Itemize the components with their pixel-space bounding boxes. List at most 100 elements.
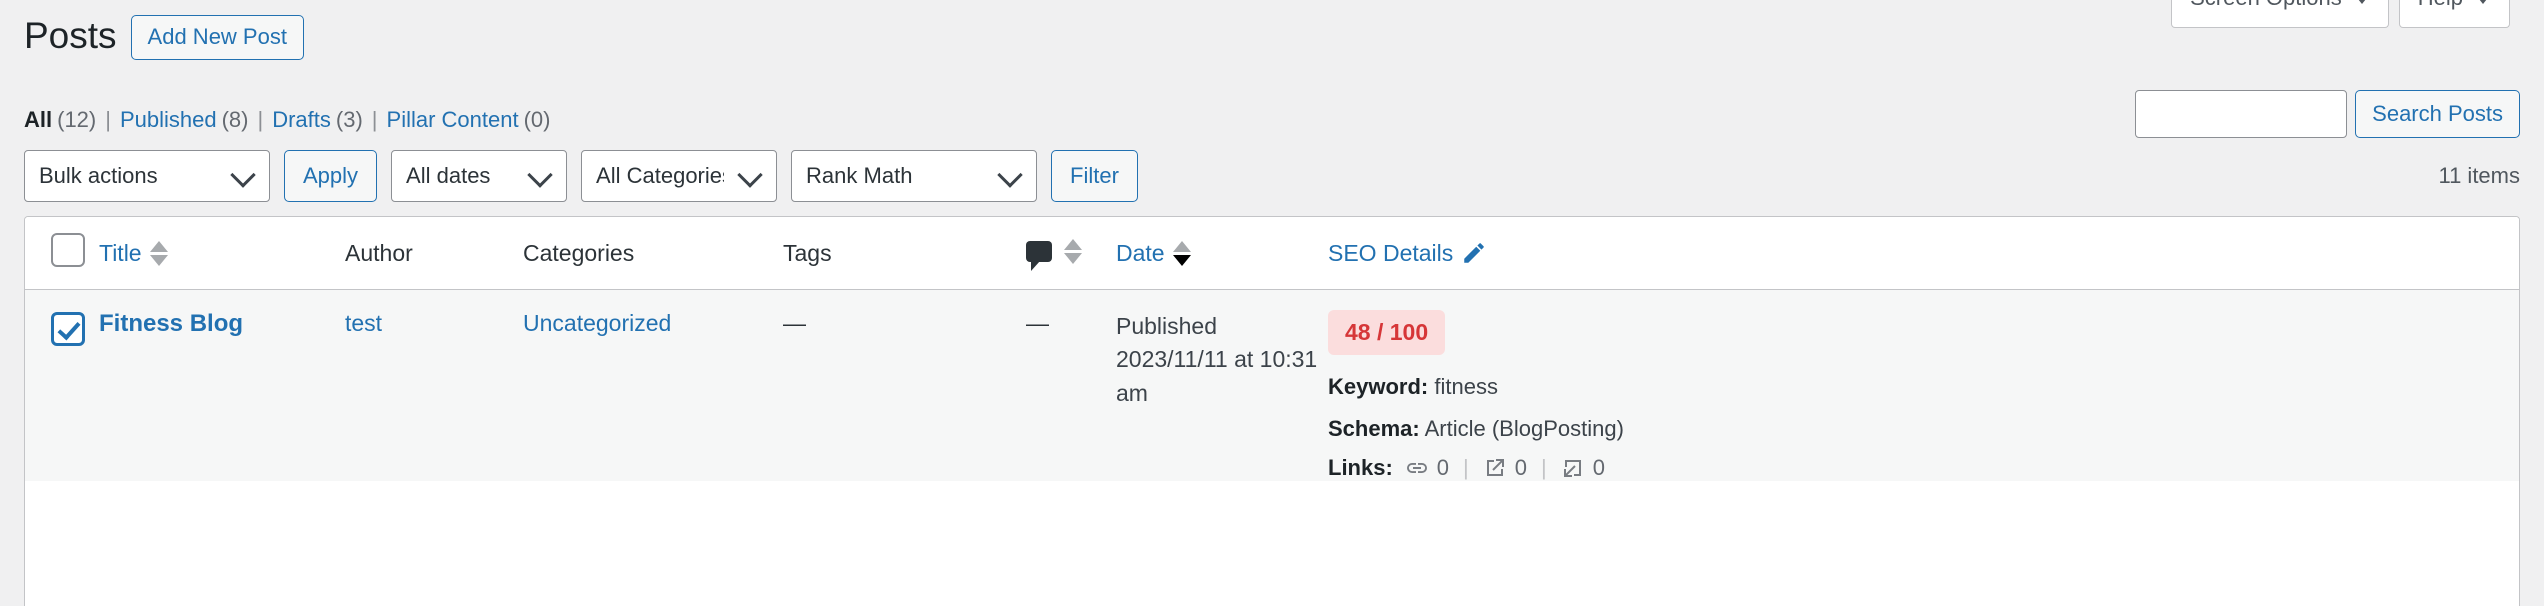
- table-nav-top: Bulk actions Apply All dates All Categor…: [24, 150, 2520, 202]
- sort-arrows-icon[interactable]: [1064, 238, 1082, 264]
- status-separator: |: [257, 107, 264, 132]
- post-category-link[interactable]: Uncategorized: [523, 310, 671, 336]
- posts-list-table: Title Author Categories Tags Date SEO De…: [24, 216, 2520, 606]
- bulk-actions-select-wrapper: Bulk actions: [24, 150, 270, 202]
- column-header-date: Date: [1116, 217, 1328, 290]
- seo-incoming-links-count: 0: [1592, 454, 1605, 480]
- sort-descending-icon: [1064, 252, 1082, 264]
- column-header-comments: [1026, 217, 1116, 290]
- sort-descending-icon: [1172, 254, 1191, 266]
- chevron-down-icon: [2353, 0, 2370, 4]
- status-link-drafts[interactable]: Drafts (3): [272, 107, 363, 133]
- post-tags-value: —: [783, 310, 806, 336]
- external-link-icon: [1483, 456, 1507, 480]
- row-tags-cell: —: [783, 289, 1026, 481]
- screen-options-label: Screen Options: [2190, 0, 2342, 9]
- seo-links-separator: |: [1463, 454, 1469, 480]
- search-posts-button[interactable]: Search Posts: [2355, 90, 2520, 138]
- sort-arrows-icon: [1172, 240, 1191, 266]
- post-author-link[interactable]: test: [345, 310, 382, 336]
- page-header: Posts Add New Post: [24, 14, 304, 60]
- seo-details-link[interactable]: SEO Details: [1328, 240, 1487, 267]
- status-link-pillar-content-label[interactable]: Pillar Content: [387, 107, 519, 133]
- seo-internal-links-count: 0: [1436, 454, 1450, 480]
- post-comments-value: —: [1026, 310, 1049, 336]
- sort-by-title-link[interactable]: Title: [99, 240, 168, 267]
- page-title: Posts: [24, 15, 117, 56]
- post-title-link[interactable]: Fitness Blog: [99, 310, 243, 337]
- seo-links-separator: |: [1541, 454, 1547, 480]
- row-title-cell: Fitness Blog: [99, 289, 345, 481]
- help-label: Help: [2418, 0, 2463, 9]
- screen-options-button[interactable]: Screen Options: [2171, 0, 2389, 28]
- row-comments-cell: —: [1026, 289, 1116, 481]
- row-select-checkbox[interactable]: [51, 312, 85, 346]
- rank-math-filter-select[interactable]: Rank Math: [791, 150, 1038, 202]
- search-input[interactable]: [2135, 90, 2348, 138]
- row-seo-details-cell: 48 / 100 Keyword: fitness Schema: Articl…: [1328, 289, 2519, 481]
- seo-schema-line: Schema: Article (BlogPosting): [1328, 413, 1658, 445]
- help-button[interactable]: Help: [2398, 0, 2510, 28]
- row-categories-cell: Uncategorized: [523, 289, 783, 481]
- status-link-all[interactable]: All (12): [24, 107, 96, 133]
- pencil-icon[interactable]: [1461, 240, 1487, 266]
- search-box: Search Posts: [2135, 90, 2520, 138]
- link-chain-icon: [1405, 456, 1429, 480]
- apply-button[interactable]: Apply: [284, 150, 378, 202]
- row-date-cell: Published 2023/11/11 at 10:31 am: [1116, 289, 1328, 481]
- seo-keyword-value: fitness: [1434, 374, 1498, 399]
- select-all-checkbox[interactable]: [51, 233, 85, 267]
- status-link-published-label[interactable]: Published: [120, 107, 217, 133]
- post-date-status: Published: [1116, 313, 1218, 339]
- comment-bubble-icon: [1026, 240, 1052, 271]
- bulk-actions-select[interactable]: Bulk actions: [24, 150, 270, 202]
- seo-external-links-count: 0: [1514, 454, 1528, 480]
- post-status-links: All (12) | Published (8) | Drafts (3) | …: [24, 107, 550, 133]
- row-author-cell: test: [345, 289, 523, 481]
- column-header-categories: Categories: [523, 217, 783, 290]
- column-header-author: Author: [345, 217, 523, 290]
- table-header-row: Title Author Categories Tags Date SEO De…: [25, 217, 2519, 290]
- chevron-down-icon: [2475, 0, 2491, 4]
- status-link-published-count: (8): [221, 107, 249, 132]
- column-header-date-label: Date: [1116, 239, 1165, 266]
- status-link-drafts-label[interactable]: Drafts: [272, 107, 331, 133]
- sort-ascending-icon: [1064, 238, 1082, 250]
- status-link-pillar-content-count: (0): [523, 107, 551, 132]
- date-filter-select-wrapper: All dates: [391, 150, 568, 202]
- seo-keyword-line: Keyword: fitness: [1328, 371, 1658, 403]
- category-filter-select-wrapper: All Categories: [581, 150, 778, 202]
- seo-score-badge: 48 / 100: [1328, 310, 1446, 355]
- rank-math-filter-select-wrapper: Rank Math: [791, 150, 1038, 202]
- status-link-all-count: (12): [57, 107, 97, 132]
- post-date-value: 2023/11/11 at 10:31 am: [1116, 346, 1318, 406]
- row-checkbox-cell: [25, 289, 99, 481]
- displaying-num: 11 items: [2438, 163, 2520, 188]
- status-link-pillar-content[interactable]: Pillar Content (0): [387, 107, 551, 133]
- column-header-seo-details: SEO Details: [1328, 217, 2519, 290]
- filter-button[interactable]: Filter: [1051, 150, 1138, 202]
- seo-links-label: Links:: [1328, 454, 1393, 480]
- sort-descending-icon: [149, 254, 168, 266]
- seo-keyword-label: Keyword:: [1328, 374, 1429, 399]
- sort-ascending-icon: [1172, 240, 1191, 252]
- seo-links-line: Links: 0 | 0 | 0: [1328, 455, 2519, 481]
- sort-arrows-icon: [149, 240, 168, 266]
- add-new-post-button[interactable]: Add New Post: [130, 14, 304, 60]
- status-link-drafts-count: (3): [335, 107, 363, 132]
- screen-meta-toolbar: Screen Options Help: [2171, 0, 2510, 28]
- status-link-published[interactable]: Published (8): [120, 107, 249, 133]
- column-header-title-label: Title: [99, 239, 142, 266]
- seo-schema-label: Schema:: [1328, 415, 1420, 441]
- seo-schema-value: Article (BlogPosting): [1424, 415, 1624, 441]
- table-row: Fitness Blog test Uncategorized — — Publ…: [25, 289, 2519, 481]
- status-link-all-label[interactable]: All: [24, 107, 52, 133]
- column-header-title: Title: [99, 217, 345, 290]
- sort-by-date-link[interactable]: Date: [1116, 240, 1191, 267]
- date-filter-select[interactable]: All dates: [391, 150, 568, 202]
- column-header-tags: Tags: [783, 217, 1026, 290]
- column-header-seo-details-label: SEO Details: [1328, 239, 1454, 266]
- incoming-link-icon: [1561, 456, 1585, 480]
- category-filter-select[interactable]: All Categories: [581, 150, 778, 202]
- status-separator: |: [371, 107, 378, 132]
